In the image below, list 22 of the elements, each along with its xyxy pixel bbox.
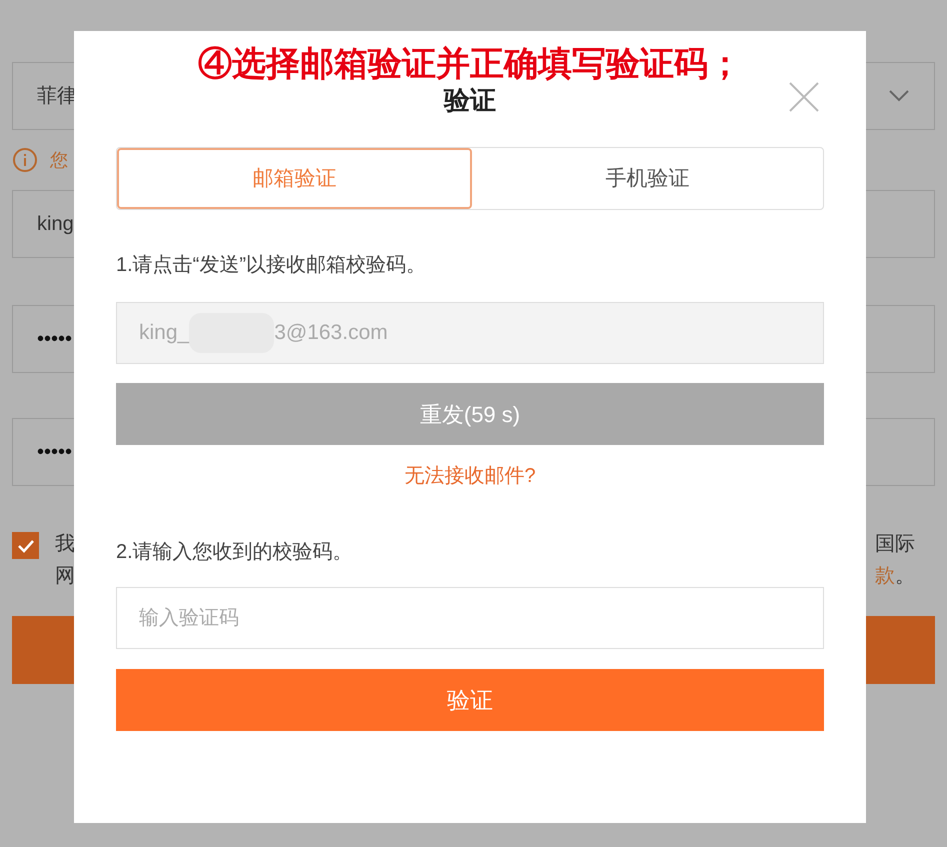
code-field[interactable]: 输入验证码: [116, 587, 824, 649]
info-icon: [12, 147, 38, 173]
step-instruction: 1.请点击“发送”以接收邮箱校验码。: [116, 253, 427, 278]
agreement-checkbox[interactable]: [12, 532, 39, 559]
email-text: king_: [139, 320, 190, 346]
verify-button[interactable]: 验证: [116, 669, 824, 731]
notice-text: 您: [50, 148, 68, 172]
verification-tab[interactable]: 邮箱验证: [117, 148, 472, 209]
check-icon: [16, 538, 34, 552]
agreement-text: 网: [55, 564, 75, 589]
annotation-text: ④选择邮箱验证并正确填写验证码；: [198, 44, 742, 85]
email-text: 3@163.com: [274, 320, 388, 346]
verification-tab[interactable]: 手机验证: [472, 148, 823, 209]
step-instruction: 2.请输入您收到的校验码。: [116, 540, 354, 565]
chevron-down-icon: [888, 89, 910, 103]
dialog-title: 验证: [444, 85, 496, 115]
agreement-text: 国际: [875, 532, 915, 557]
help-link[interactable]: 无法接收邮件?: [404, 461, 536, 491]
terms-link[interactable]: 款: [875, 560, 895, 592]
agreement-text: 。: [895, 564, 915, 589]
close-icon: [789, 82, 819, 112]
agreement-text: 我: [55, 532, 75, 557]
